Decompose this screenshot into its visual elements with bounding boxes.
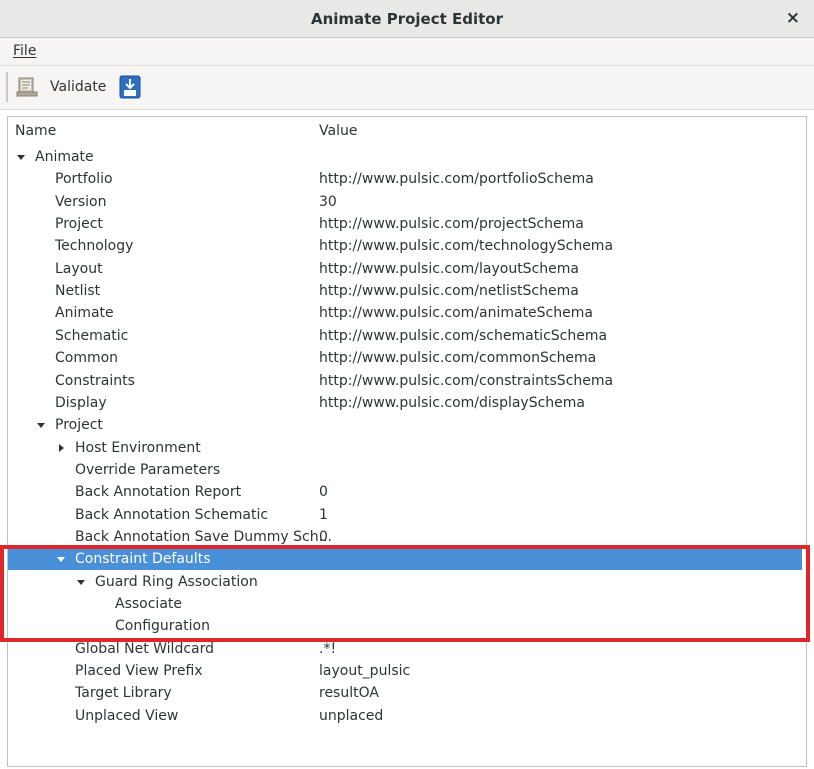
tree-row[interactable]: Schematic http://www.pulsic.com/schematic…	[8, 325, 802, 347]
tree-row[interactable]: Portfolio http://www.pulsic.com/portfolio…	[8, 168, 802, 190]
tree-row-value: http://www.pulsic.com/portfolioSchema	[319, 171, 594, 188]
tree-row[interactable]: Common http://www.pulsic.com/commonSchema	[8, 347, 802, 369]
menu-file-label: File	[13, 43, 37, 59]
tree-row[interactable]: Guard Ring Association	[8, 571, 802, 593]
tree-row[interactable]: Override Parameters	[8, 459, 802, 481]
column-header-name[interactable]: Name	[15, 123, 56, 139]
tree-row-value: 30	[319, 193, 337, 210]
tree-row-name: Animate	[55, 305, 114, 322]
project-tree-view[interactable]: Name Value Animate Portfolio http://www.pu…	[7, 116, 807, 767]
tree-row-name: Host Environment	[75, 439, 201, 456]
tree-row-name: Layout	[55, 260, 103, 277]
toolbar-grip[interactable]	[6, 72, 8, 102]
tree-row-name: Unplaced View	[75, 707, 179, 724]
validate-button[interactable]: Validate	[16, 72, 106, 102]
tree-row-value: .*!	[319, 640, 337, 657]
window-title: Animate Project Editor	[310, 10, 504, 28]
tree-row[interactable]: Host Environment	[8, 437, 802, 459]
tree-row[interactable]: Target Library resultOA	[8, 682, 802, 704]
tree-row-name: Configuration	[115, 618, 210, 635]
title-bar: Animate Project Editor ×	[0, 0, 814, 38]
tree-row-name: Technology	[55, 238, 134, 255]
tree-row-value: http://www.pulsic.com/commonSchema	[319, 350, 597, 367]
tree-row[interactable]: Layout http://www.pulsic.com/layoutSchema	[8, 258, 802, 280]
column-header-value[interactable]: Value	[319, 123, 357, 139]
tree-row-value: layout_pulsic	[319, 663, 411, 680]
tree-row[interactable]: Placed View Prefix layout_pulsic	[8, 660, 802, 682]
tree-row[interactable]: Animate http://www.pulsic.com/animateSche…	[8, 302, 802, 324]
validate-label: Validate	[50, 79, 107, 95]
tree-row-name: Schematic	[55, 327, 129, 344]
tree-row[interactable]: Technology http://www.pulsic.com/technolo…	[8, 235, 802, 257]
menu-bar: File	[0, 38, 814, 66]
tree-row[interactable]: Configuration	[8, 615, 802, 637]
validate-document-icon	[16, 77, 38, 97]
expanded-arrow-icon[interactable]	[75, 576, 87, 588]
tree-row-name: Guard Ring Association	[95, 573, 258, 590]
save-download-button[interactable]	[119, 75, 141, 99]
save-download-icon	[119, 75, 141, 99]
tree-row-value: http://www.pulsic.com/constraintsSchema	[319, 372, 614, 389]
tree-row-value: resultOA	[319, 685, 379, 702]
tree-row-value: unplaced	[319, 707, 384, 724]
menu-file[interactable]: File	[13, 43, 36, 59]
tree-row-name: Constraints	[55, 372, 135, 389]
tree-row-name: Override Parameters	[75, 461, 221, 478]
tree-row-value: http://www.pulsic.com/netlistSchema	[319, 283, 579, 300]
tree-row[interactable]: Associate	[8, 593, 802, 615]
tree-row-name: Netlist	[55, 283, 101, 300]
tree-row[interactable]: Animate	[8, 146, 802, 168]
tree-row[interactable]: Global Net Wildcard .*!	[8, 638, 802, 660]
tree-row[interactable]: Version 30	[8, 191, 802, 213]
tree-row-name: Display	[55, 394, 107, 411]
tree-row-name: Target Library	[75, 685, 172, 702]
tree-row-name: Back Annotation Schematic	[75, 506, 269, 523]
tree-row-name: Animate	[35, 149, 94, 165]
tree-row-name: Common	[55, 350, 119, 367]
tree-row-value: 1	[319, 506, 328, 523]
tree-row-name: Project	[55, 216, 103, 233]
tree-row-name: Project	[55, 417, 103, 434]
tree-header: Name Value	[8, 117, 806, 143]
expanded-arrow-icon[interactable]	[55, 553, 67, 565]
tree-row[interactable]: Unplaced View unplaced	[8, 705, 802, 727]
tree-row-value: http://www.pulsic.com/displaySchema	[319, 394, 585, 411]
tree-row-value: 0	[319, 484, 328, 501]
tree-row[interactable]: Back Annotation Save Dummy Sch... 0	[8, 526, 802, 548]
tree-row-value: http://www.pulsic.com/layoutSchema	[319, 260, 579, 277]
tree-row[interactable]: Back Annotation Schematic 1	[8, 504, 802, 526]
tree-row-value: http://www.pulsic.com/projectSchema	[319, 216, 584, 233]
tree-row[interactable]: Netlist http://www.pulsic.com/netlistSche…	[8, 280, 802, 302]
expanded-arrow-icon[interactable]	[35, 419, 47, 431]
tree-row-name: Version	[55, 193, 107, 210]
close-icon[interactable]: ×	[786, 8, 800, 28]
tree-row[interactable]: Constraints http://www.pulsic.com/constra…	[8, 370, 802, 392]
tree-row-name: Associate	[115, 596, 182, 612]
tree-row-name: Constraint Defaults	[75, 551, 211, 568]
tree-row-value: http://www.pulsic.com/technologySchema	[319, 238, 614, 255]
tree-row[interactable]: Constraint Defaults	[8, 548, 802, 571]
tree-row-name: Global Net Wildcard	[75, 640, 215, 657]
tree-row-value: http://www.pulsic.com/schematicSchema	[319, 327, 608, 344]
toolbar: Validate	[0, 66, 814, 110]
expanded-arrow-icon[interactable]	[15, 151, 27, 163]
tree-row[interactable]: Project http://www.pulsic.com/projectSche…	[8, 213, 802, 235]
tree-row-value: 0	[319, 528, 328, 545]
tree-row-name: Back Annotation Report	[75, 484, 242, 501]
tree-row-name: Placed View Prefix	[75, 663, 203, 680]
collapsed-arrow-icon[interactable]	[55, 442, 67, 454]
tree-row-name: Back Annotation Save Dummy Sch...	[75, 528, 332, 545]
tree-row-name: Portfolio	[55, 171, 113, 188]
tree-row[interactable]: Back Annotation Report 0	[8, 481, 802, 503]
tree-row[interactable]: Project	[8, 414, 802, 436]
tree-row[interactable]: Display http://www.pulsic.com/displaySche…	[8, 392, 802, 414]
tree-row-value: http://www.pulsic.com/animateSchema	[319, 305, 593, 322]
